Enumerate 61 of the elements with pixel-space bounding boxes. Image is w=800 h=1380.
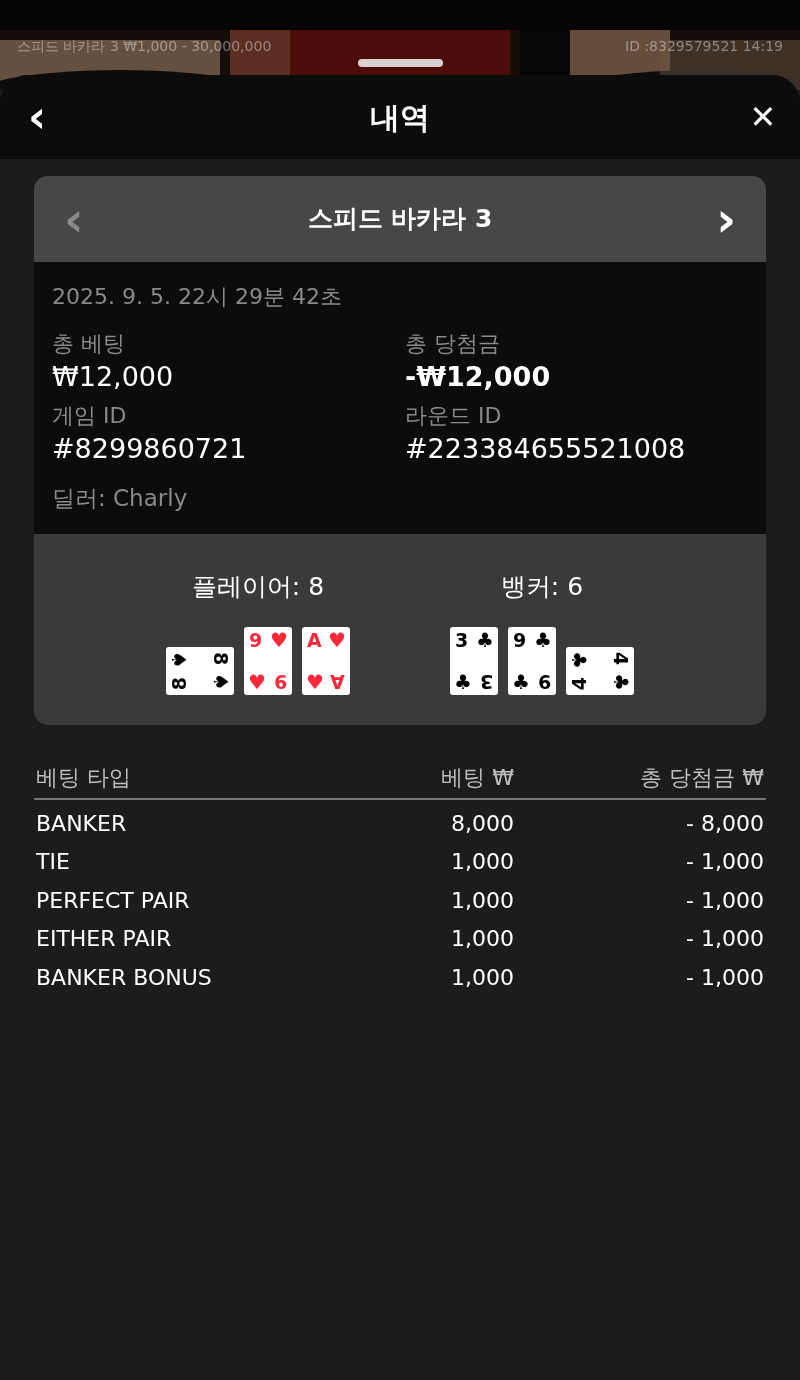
card-rank: 8 bbox=[167, 676, 191, 690]
card-suit: ♥ bbox=[306, 670, 324, 694]
table-cell: BANKER BONUS bbox=[36, 964, 212, 990]
card-rank: 9 bbox=[537, 670, 551, 694]
table-cell: TIE bbox=[36, 849, 70, 875]
column-header: 베팅 타입 bbox=[36, 765, 131, 790]
field-label: 라운드 ID bbox=[405, 402, 503, 430]
table-cell: - 8,000 bbox=[686, 810, 764, 836]
table-cell: - 1,000 bbox=[686, 964, 764, 990]
card-suit: ♠ bbox=[209, 673, 233, 691]
card-suit: ♣ bbox=[454, 670, 472, 694]
field-label: 총 베팅 bbox=[52, 330, 126, 358]
field-value: #223384655521008 bbox=[405, 432, 687, 466]
card-suit: ♥ bbox=[328, 628, 346, 652]
table-cell: 8,000 bbox=[451, 810, 514, 836]
card-rank: 4 bbox=[609, 652, 633, 666]
card-suit: ♣ bbox=[534, 628, 552, 652]
field-label: 총 당첨금 bbox=[405, 330, 501, 358]
card-suit: ♠ bbox=[167, 651, 191, 669]
field-value: -₩12,000 bbox=[405, 360, 552, 394]
table-cell: - 1,000 bbox=[686, 849, 764, 875]
table-cell: 1,000 bbox=[451, 926, 514, 952]
card-suit: ♣ bbox=[609, 673, 633, 691]
card-suit: ♥ bbox=[248, 670, 266, 694]
close-button[interactable]: ✕ bbox=[748, 101, 778, 133]
drag-handle[interactable] bbox=[358, 59, 443, 67]
column-header: 총 당첨금 ₩ bbox=[640, 765, 764, 790]
field-label: 게임 ID bbox=[52, 402, 128, 430]
table-cell: 1,000 bbox=[451, 964, 514, 990]
next-button[interactable]: › bbox=[716, 195, 736, 243]
card-rank: 9 bbox=[249, 628, 263, 652]
card-rank: A bbox=[330, 670, 345, 694]
round-id-text: ID :8329579521 14:19 bbox=[625, 37, 783, 56]
back-button[interactable]: ‹ bbox=[22, 95, 52, 139]
hand-label: 플레이어: 8 bbox=[191, 570, 325, 603]
table-cell: - 1,000 bbox=[686, 887, 764, 913]
card-rank: 3 bbox=[455, 628, 469, 652]
table-cell: - 1,000 bbox=[686, 926, 764, 952]
column-header: 베팅 ₩ bbox=[441, 765, 514, 790]
table-cell: EITHER PAIR bbox=[36, 926, 172, 952]
card-suit: ♣ bbox=[476, 628, 494, 652]
card-rank: 8 bbox=[209, 652, 233, 666]
card-rank: A bbox=[307, 628, 322, 652]
game-title: 스피드 바카라 3 bbox=[307, 203, 493, 236]
header-title: 내역 bbox=[370, 98, 430, 137]
table-cell: 1,000 bbox=[451, 887, 514, 913]
card-rank: 9 bbox=[273, 670, 287, 694]
table-cell: BANKER bbox=[36, 810, 127, 836]
field-value: #8299860721 bbox=[52, 432, 248, 466]
table-cell: 1,000 bbox=[451, 849, 514, 875]
card-rank: 9 bbox=[513, 628, 527, 652]
hand-label: 뱅커: 6 bbox=[500, 570, 584, 603]
field-value: ₩12,000 bbox=[52, 360, 175, 394]
table-cell: PERFECT PAIR bbox=[36, 887, 190, 913]
card-rank: 4 bbox=[567, 676, 591, 690]
card-suit: ♥ bbox=[270, 628, 288, 652]
date-text: 2025. 9. 5. 22시 29분 42초 bbox=[52, 283, 343, 311]
card-rank: 3 bbox=[479, 670, 493, 694]
dealer-text: 딜러: Charly bbox=[52, 484, 189, 513]
card-suit: ♣ bbox=[512, 670, 530, 694]
card-suit: ♣ bbox=[567, 651, 591, 669]
